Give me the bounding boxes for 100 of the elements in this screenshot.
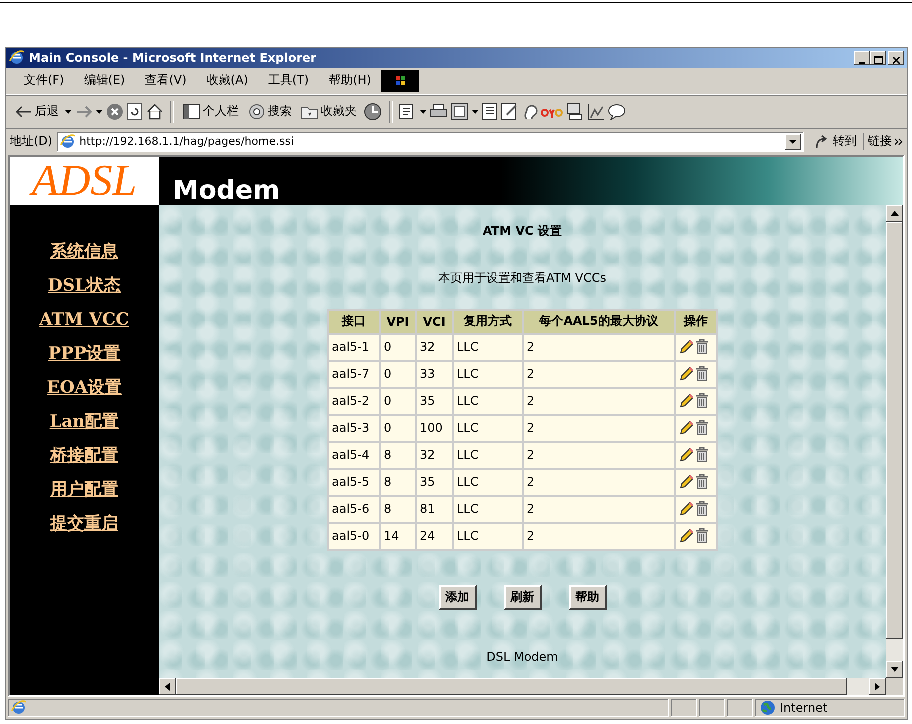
trash-icon[interactable] — [695, 474, 709, 490]
scrollbar-corner — [886, 678, 903, 696]
table-cell: 100 — [417, 416, 452, 441]
menu-item[interactable]: 工具(T) — [258, 72, 320, 90]
menu-item[interactable]: 文件(F) — [14, 72, 74, 90]
table-cell: aal5-6 — [329, 496, 379, 522]
speech-bubble-icon[interactable] — [608, 104, 626, 120]
column-header: 接口 — [329, 310, 379, 333]
nav-link[interactable]: Lan配置 — [50, 408, 120, 435]
computer-icon[interactable] — [566, 102, 584, 121]
pencil-icon[interactable] — [679, 393, 693, 410]
column-header: VCI — [417, 310, 452, 333]
maximize-button[interactable] — [870, 50, 886, 65]
menu-item[interactable]: 编辑(E) — [74, 72, 136, 90]
home-icon[interactable] — [146, 102, 164, 121]
minimize-icon — [859, 62, 865, 64]
pencil-icon[interactable] — [679, 447, 693, 464]
document-icon[interactable] — [482, 102, 498, 121]
scroll-up-button[interactable] — [886, 204, 903, 222]
edit-icon[interactable] — [451, 102, 469, 121]
column-header: VPI — [381, 310, 415, 333]
scroll-down-button[interactable] — [886, 661, 903, 678]
column-header: 复用方式 — [454, 310, 522, 333]
refresh-icon[interactable] — [127, 102, 143, 121]
panel-icon — [183, 104, 201, 120]
dropdown-caret-icon[interactable] — [472, 110, 479, 114]
table-cell: 24 — [417, 524, 452, 549]
printer-icon[interactable] — [430, 104, 448, 120]
page-description: 本页用于设置和查看ATM VCCs — [438, 270, 606, 287]
links-button[interactable]: 链接 — [868, 133, 903, 150]
nav-link[interactable]: EOA设置 — [47, 374, 122, 401]
table-cell: aal5-0 — [329, 524, 379, 549]
go-button[interactable]: 转到 — [808, 133, 864, 150]
nav-link[interactable]: DSL状态 — [48, 272, 121, 299]
trash-icon[interactable] — [695, 366, 709, 382]
pencil-icon[interactable] — [679, 501, 693, 518]
toolbar-button[interactable]: 后退 — [12, 100, 62, 124]
nav-link[interactable]: 系统信息 — [50, 238, 118, 265]
scroll-left-button[interactable] — [159, 678, 176, 696]
menu-item[interactable]: 查看(V) — [135, 72, 197, 90]
nav-link[interactable]: 用户配置 — [50, 476, 118, 503]
maximize-icon — [874, 56, 882, 64]
table-cell: LLC — [454, 442, 522, 468]
pencil-icon[interactable] — [679, 366, 693, 382]
toolbar-button[interactable]: 个人栏 — [180, 100, 242, 124]
browser-icon — [9, 50, 25, 66]
dropdown-caret-icon[interactable] — [65, 110, 72, 114]
trash-icon[interactable] — [695, 501, 709, 518]
action-button[interactable]: 帮助 — [568, 584, 606, 610]
trash-icon[interactable] — [695, 339, 709, 356]
trash-icon[interactable] — [695, 393, 709, 410]
trash-icon[interactable] — [695, 447, 709, 464]
toolbar-button[interactable]: 收藏夹 — [298, 100, 360, 124]
pencil-icon[interactable] — [679, 420, 693, 436]
minimize-button[interactable] — [854, 50, 870, 65]
history-icon[interactable] — [363, 102, 383, 122]
action-button[interactable]: 刷新 — [504, 584, 542, 610]
table-cell: 14 — [381, 524, 415, 549]
logo-text: ADSL — [10, 156, 159, 205]
table-cell: LLC — [454, 496, 522, 522]
globe-icon — [760, 700, 776, 716]
table-cell: 0 — [381, 362, 415, 387]
pencil-icon[interactable] — [679, 474, 693, 490]
menu-item[interactable]: 收藏(A) — [196, 72, 258, 90]
notepad-icon[interactable] — [501, 102, 519, 121]
chevron-icon — [895, 138, 903, 146]
scroll-left-arrow-icon — [165, 682, 170, 691]
table-cell: 2 — [524, 388, 674, 414]
table-cell: 0 — [381, 388, 415, 414]
dropdown-caret-icon[interactable] — [420, 110, 427, 114]
dropdown-button[interactable] — [785, 134, 801, 150]
dropdown-caret-icon[interactable] — [96, 110, 103, 114]
close-icon — [892, 56, 900, 64]
back-arrow-icon — [15, 104, 33, 119]
stop-icon[interactable] — [106, 102, 124, 121]
scroll-right-button[interactable] — [869, 678, 886, 696]
trash-icon[interactable] — [695, 420, 709, 436]
nav-link[interactable]: PPP设置 — [48, 340, 121, 367]
table-cell: aal5-4 — [329, 442, 379, 468]
pencil-icon[interactable] — [679, 339, 693, 356]
table-cell: 0 — [381, 334, 415, 360]
pencil-icon[interactable] — [679, 528, 693, 544]
address-field[interactable]: http://192.168.1.1/hag/pages/home.ssi — [56, 132, 804, 152]
table-cell: aal5-3 — [329, 416, 379, 441]
table-cell: 8 — [381, 442, 415, 468]
trash-icon[interactable] — [695, 528, 709, 544]
chart-icon[interactable] — [587, 102, 605, 121]
table-cell: 35 — [417, 388, 452, 414]
close-button[interactable] — [888, 50, 904, 65]
nav-link[interactable]: 提交重启 — [50, 510, 118, 537]
table-cell: LLC — [454, 416, 522, 441]
menu-item[interactable]: 帮助(H) — [319, 72, 382, 90]
nav-link[interactable]: 桥接配置 — [50, 442, 118, 469]
page-title: ATM VC 设置 — [483, 222, 562, 240]
toolbar-button[interactable]: 搜索 — [245, 100, 295, 124]
nav-link[interactable]: ATM VCC — [40, 306, 130, 333]
table-cell: 0 — [381, 416, 415, 441]
action-button[interactable]: 添加 — [438, 584, 476, 610]
table-cell: 2 — [524, 362, 674, 387]
table-cell: 2 — [524, 442, 674, 468]
